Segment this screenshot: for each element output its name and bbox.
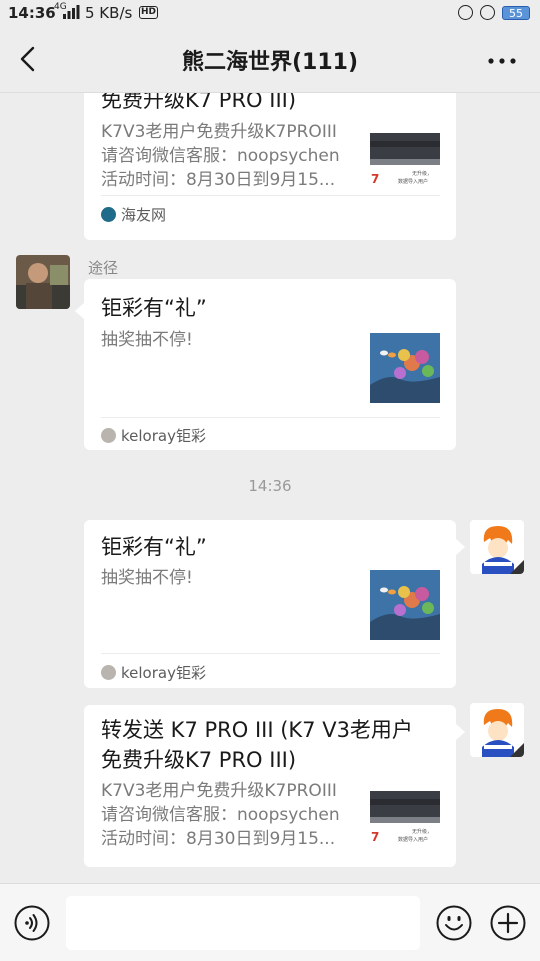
chat-title: 熊二海世界(111) xyxy=(181,50,359,75)
card-source: 海友网 xyxy=(101,204,166,225)
card-title: 钜彩有“礼” xyxy=(101,535,207,559)
card-desc-line: 请咨询微信客服：noopsychen xyxy=(101,146,340,166)
card-desc-line: K7V3老用户免费升级K7PROIII xyxy=(101,122,337,142)
thumb-mark: 7 xyxy=(371,172,379,186)
link-card-message[interactable]: 钜彩有“礼” 抽奖抽不停! keloray钜彩 xyxy=(84,520,456,688)
card-title: 钜彩有“礼” xyxy=(101,296,207,320)
card-desc-line: 抽奖抽不停! xyxy=(101,568,193,588)
network-speed: 5 KB/s xyxy=(85,4,133,22)
k7-product-thumbnail: 7 无升级， 数据导入用户 xyxy=(370,787,440,857)
card-desc-line: 活动时间：8月30日到9月15... xyxy=(101,829,336,849)
chat-message-list[interactable]: 免费升级K7 PRO III) K7V3老用户免费升级K7PROIII 请咨询微… xyxy=(0,93,540,883)
sender-name: 途径 xyxy=(88,259,119,277)
card-title: 免费升级K7 PRO III) xyxy=(101,748,297,772)
thumb-caption: 无升级， xyxy=(412,170,432,177)
battery-icon: 55 xyxy=(502,6,530,20)
plus-icon[interactable] xyxy=(490,905,526,941)
card-source-name: keloray钜彩 xyxy=(121,664,206,682)
message-input[interactable] xyxy=(66,896,420,950)
link-card-message[interactable]: 转发送 K7 PRO III (K7 V3老用户 免费升级K7 PRO III)… xyxy=(84,705,456,867)
status-time: 14:36 xyxy=(8,4,56,22)
card-desc-line: 活动时间：8月30日到9月15... xyxy=(101,170,336,190)
card-desc-line: 请咨询微信客服：noopsychen xyxy=(101,805,340,825)
link-card-message[interactable]: 钜彩有“礼” 抽奖抽不停! keloray钜彩 xyxy=(84,279,456,450)
card-source: keloray钜彩 xyxy=(101,662,206,683)
message-timestamp: 14:36 xyxy=(248,477,292,495)
card-source-name: 海友网 xyxy=(121,206,167,224)
coral-reef-thumbnail xyxy=(370,570,440,640)
signal-icon xyxy=(63,5,80,19)
self-avatar[interactable] xyxy=(470,520,524,574)
voice-input-icon[interactable] xyxy=(14,905,50,941)
avatar[interactable] xyxy=(16,255,70,309)
coral-reef-thumbnail xyxy=(370,333,440,403)
bubble-tail xyxy=(75,303,84,319)
card-title: 转发送 K7 PRO III (K7 V3老用户 xyxy=(101,718,413,742)
card-desc-line: K7V3老用户免费升级K7PROIII xyxy=(101,781,337,801)
thumb-caption: 数据导入用户 xyxy=(398,178,428,185)
more-options-icon[interactable] xyxy=(488,58,516,64)
bubble-tail xyxy=(456,539,465,555)
title-bar: 熊二海世界(111) xyxy=(0,28,540,93)
status-bar: 14:36 4G 5 KB/s HD 55 xyxy=(0,0,540,28)
bubble-tail xyxy=(456,724,465,740)
card-title: 免费升级K7 PRO III) xyxy=(101,93,297,112)
keloray-logo-icon xyxy=(101,428,116,443)
card-desc-line: 抽奖抽不停! xyxy=(101,330,193,350)
thumb-caption: 数据导入用户 xyxy=(398,836,428,843)
card-source-name: keloray钜彩 xyxy=(121,427,206,445)
keloray-logo-icon xyxy=(101,665,116,680)
card-divider xyxy=(101,417,440,418)
emoji-icon[interactable] xyxy=(436,905,472,941)
card-divider xyxy=(101,195,440,196)
lock-rotation-icon xyxy=(480,5,495,20)
link-card-message[interactable]: 免费升级K7 PRO III) K7V3老用户免费升级K7PROIII 请咨询微… xyxy=(84,93,456,240)
thumb-mark: 7 xyxy=(371,830,379,844)
eye-comfort-icon xyxy=(458,5,473,20)
haiyou-logo-icon xyxy=(101,207,116,222)
input-bar xyxy=(0,883,540,961)
card-source: keloray钜彩 xyxy=(101,425,206,446)
hd-badge: HD xyxy=(139,6,159,19)
self-avatar[interactable] xyxy=(470,703,524,757)
card-divider xyxy=(101,653,440,654)
thumb-caption: 无升级， xyxy=(412,828,432,835)
k7-product-thumbnail: 7 无升级， 数据导入用户 xyxy=(370,129,440,199)
